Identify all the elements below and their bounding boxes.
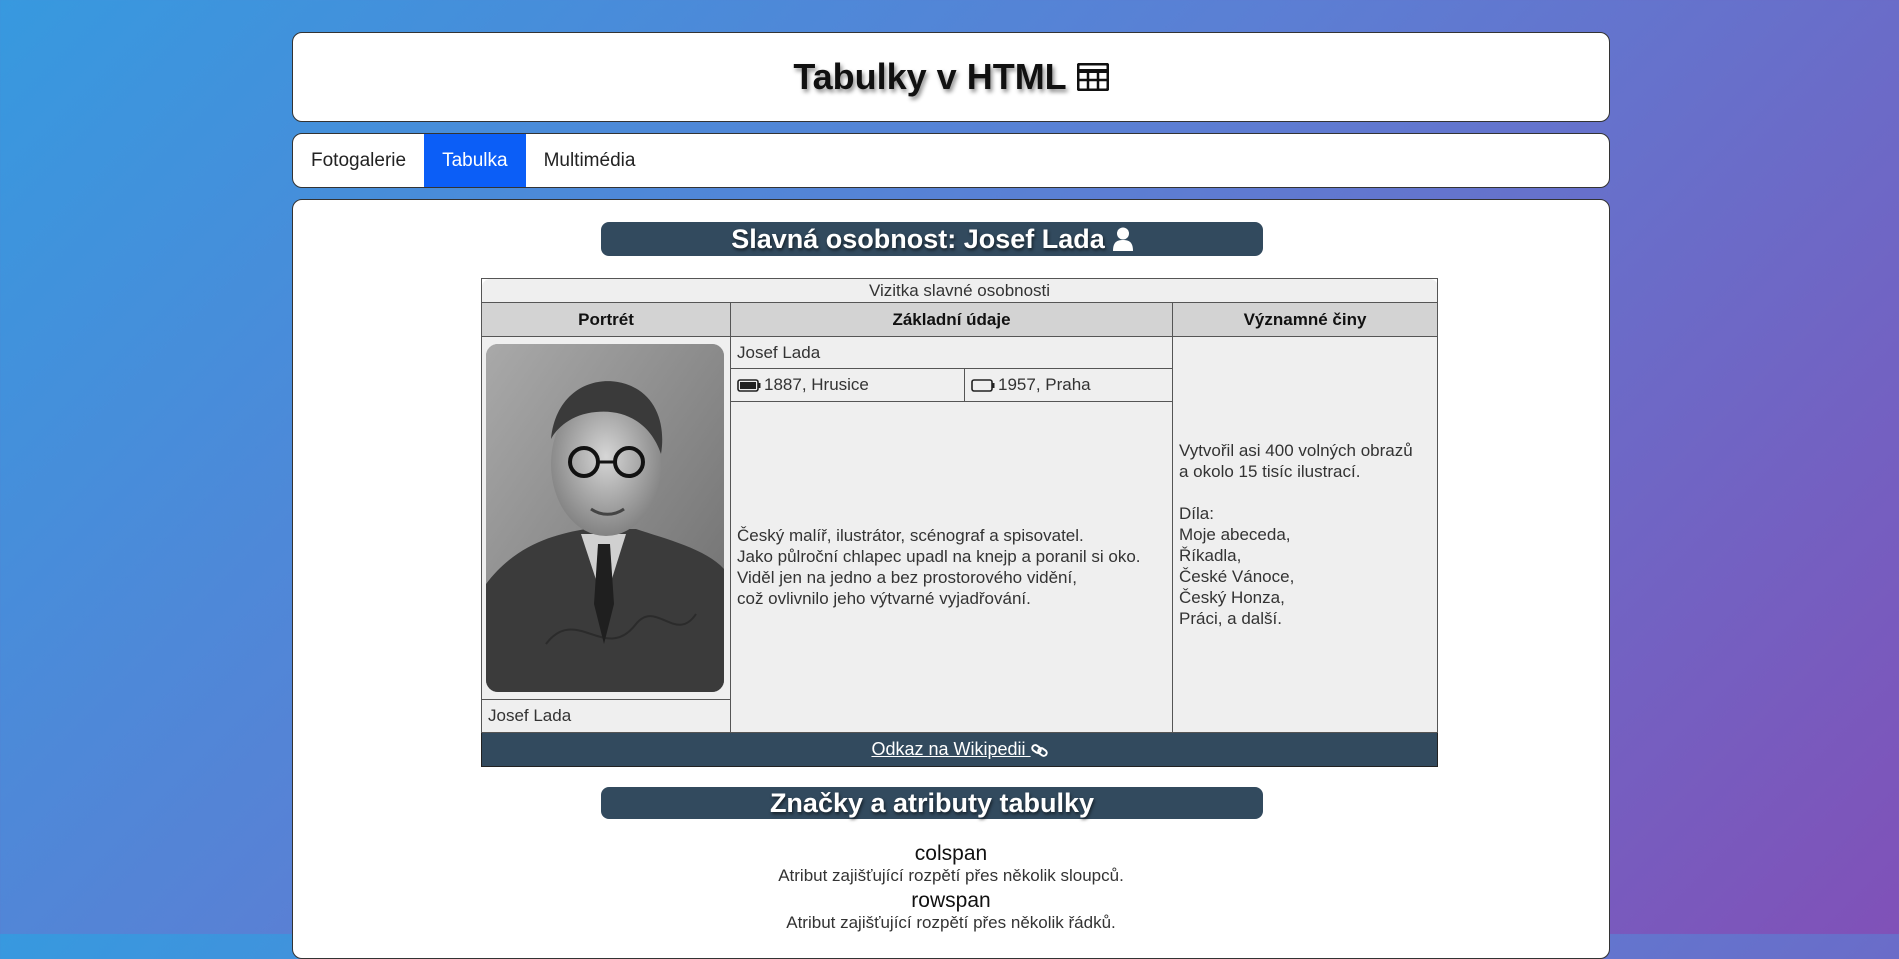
death-info: 1957, Praha <box>998 375 1091 394</box>
deeds-line: Říkadla, <box>1179 546 1242 565</box>
deeds-line <box>1179 482 1431 503</box>
portrait-caption: Josef Lada <box>481 699 731 733</box>
deeds-cell: Vytvořil asi 400 volných obrazů a okolo 1… <box>1172 336 1438 733</box>
attributes-heading-text: Značky a atributy tabulky <box>769 787 1095 818</box>
col-header-deeds: Významné činy <box>1172 302 1438 337</box>
col-header-portrait: Portrét <box>481 302 731 337</box>
header-panel: Tabulky v HTML <box>292 32 1610 122</box>
deeds-line: České Vánoce, <box>1179 567 1295 586</box>
person-table: Vizitka slavné osobnosti Portrét Základn… <box>481 278 1438 767</box>
battery-empty-icon <box>971 379 995 392</box>
deeds-line: Práci, a další. <box>1179 609 1282 628</box>
deeds-line: Moje abeceda, <box>1179 525 1291 544</box>
deeds-line: a okolo 15 tisíc ilustrací. <box>1179 462 1361 481</box>
attribute-desc: Atribut zajišťující rozpětí přes několik… <box>778 866 1124 885</box>
deeds-line: Český Honza, <box>1179 588 1285 607</box>
page-title: Tabulky v HTML <box>793 56 1109 98</box>
attribute-name: rowspan <box>911 889 991 912</box>
table-caption: Vizitka slavné osobnosti <box>481 278 1438 303</box>
link-icon <box>1030 743 1048 757</box>
main-nav: Fotogalerie Tabulka Multimédia <box>292 133 1610 188</box>
person-heading: Slavná osobnost: Josef Lada <box>601 222 1263 256</box>
nav-item-multimedia[interactable]: Multimédia <box>526 134 654 187</box>
attribute-rowspan: rowspan Atribut zajišťující rozpětí přes… <box>293 889 1609 933</box>
page-title-text: Tabulky v HTML <box>793 56 1067 97</box>
person-name: Josef Lada <box>730 336 1173 369</box>
table-icon <box>1076 63 1109 91</box>
person-heading-text: Slavná osobnost: Josef Lada <box>731 223 1105 254</box>
bio-cell: Český malíř, ilustrátor, scénograf a spi… <box>730 401 1173 733</box>
birth-info: 1887, Hrusice <box>764 375 869 394</box>
deeds-text: Vytvořil asi 400 volných obrazů a okolo 1… <box>1179 440 1431 629</box>
birth-cell: 1887, Hrusice <box>730 368 965 402</box>
bio-line: Český malíř, ilustrátor, scénograf a spi… <box>737 526 1084 545</box>
battery-full-icon <box>737 379 761 392</box>
attribute-colspan: colspan Atribut zajišťující rozpětí přes… <box>293 842 1609 886</box>
person-card: Vizitka slavné osobnosti Portrét Základn… <box>481 278 1438 767</box>
portrait-image <box>486 344 724 692</box>
attribute-name: colspan <box>914 842 988 865</box>
content-panel: Slavná osobnost: Josef Lada Vizitka slav… <box>292 199 1610 959</box>
wikipedia-link[interactable]: Odkaz na Wikipedii <box>871 739 1048 759</box>
user-icon <box>1112 227 1133 251</box>
col-header-basic: Základní údaje <box>730 302 1173 337</box>
wikipedia-link-label: Odkaz na Wikipedii <box>871 739 1026 759</box>
nav-item-fotogalerie[interactable]: Fotogalerie <box>293 134 424 187</box>
portrait-cell <box>481 336 731 700</box>
attributes-heading: Značky a atributy tabulky <box>601 787 1263 819</box>
bio-line: Jako půlroční chlapec upadl na knejp a p… <box>737 547 1141 566</box>
table-footer: Odkaz na Wikipedii <box>481 732 1438 767</box>
deeds-line: Vytvořil asi 400 volných obrazů <box>1179 441 1413 460</box>
bio-line: což ovlivnilo jeho výtvarné vyjadřování. <box>737 589 1031 608</box>
death-cell: 1957, Praha <box>964 368 1173 402</box>
nav-item-tabulka[interactable]: Tabulka <box>424 134 526 187</box>
bio-text: Český malíř, ilustrátor, scénograf a spi… <box>737 525 1166 609</box>
bio-line: Viděl jen na jedno a bez prostorového vi… <box>737 568 1077 587</box>
deeds-line: Díla: <box>1179 504 1214 523</box>
attribute-desc: Atribut zajišťující rozpětí přes několik… <box>786 913 1116 932</box>
